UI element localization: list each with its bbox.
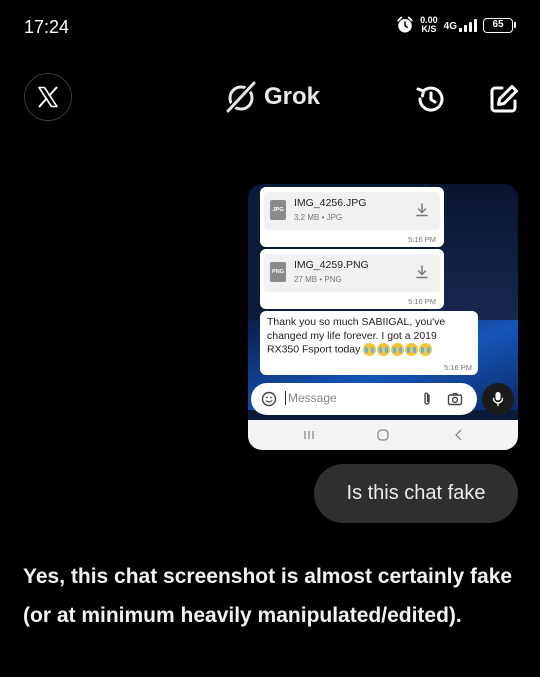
x-home-button[interactable] <box>24 73 72 121</box>
file-message: JPG IMG_4256.JPG 3.2 MB • JPG 5:16 PM <box>260 187 444 247</box>
x-logo-icon <box>38 86 58 108</box>
message-input: Message <box>285 391 337 405</box>
network-type: 4G <box>443 20 457 32</box>
paperclip-icon <box>424 392 430 405</box>
crying-emoji-icon <box>363 343 433 356</box>
back-icon <box>455 429 462 441</box>
home-icon <box>377 429 389 441</box>
file-name: IMG_4256.JPG <box>294 197 367 209</box>
file-name: IMG_4259.PNG <box>294 259 369 271</box>
signal-bars <box>459 18 477 32</box>
attached-screenshot[interactable]: JPG IMG_4256.JPG 3.2 MB • JPG 5:16 PM PN… <box>248 184 518 450</box>
alarm-icon <box>397 16 413 33</box>
battery-icon: 65 <box>483 17 516 33</box>
assistant-response: Yes, this chat screenshot is almost cert… <box>23 565 513 627</box>
page-title: Grok <box>264 83 321 110</box>
text-message: Thank you so much SABIIGAL, you've chang… <box>260 311 478 375</box>
signal-icon: 4G <box>443 18 477 32</box>
new-chat-icon <box>490 85 518 113</box>
mic-icon <box>492 392 504 407</box>
net-speed-unit: K/S <box>421 24 437 34</box>
file-meta: 27 MB • PNG <box>294 275 342 284</box>
mic-button <box>482 383 514 415</box>
file-card: PNG IMG_4259.PNG 27 MB • PNG <box>264 254 440 292</box>
grok-logo-icon <box>225 80 257 114</box>
battery-level: 65 <box>483 17 513 33</box>
message-time: 5:16 PM <box>408 297 436 306</box>
app-header: Grok <box>0 70 540 124</box>
android-nav-bar <box>248 420 518 450</box>
status-indicators: 0.00 K/S 4G 65 <box>396 16 516 34</box>
file-card: JPG IMG_4256.JPG 3.2 MB • JPG <box>264 192 440 230</box>
file-message: PNG IMG_4259.PNG 27 MB • PNG 5:16 PM <box>260 249 444 309</box>
file-icon: JPG <box>270 200 286 220</box>
file-meta: 3.2 MB • JPG <box>294 213 343 222</box>
history-button[interactable] <box>412 80 450 118</box>
message-time: 5:16 PM <box>444 363 472 372</box>
user-message-text: Is this chat fake <box>346 482 486 504</box>
file-icon: PNG <box>270 262 286 282</box>
sticker-icon <box>261 391 277 407</box>
net-speed: 0.00 K/S <box>420 16 438 34</box>
message-composer: Message <box>251 383 477 415</box>
status-bar: 17:24 0.00 K/S 4G 65 <box>0 0 540 54</box>
message-time: 5:16 PM <box>408 235 436 244</box>
download-icon <box>416 265 428 279</box>
brand: Grok <box>224 80 320 114</box>
camera-icon <box>447 392 463 406</box>
new-chat-button[interactable] <box>485 80 523 118</box>
user-message-bubble: Is this chat fake <box>314 464 518 523</box>
recents-icon <box>304 431 314 439</box>
history-icon <box>416 86 444 112</box>
message-text-block: Thank you so much SABIIGAL, you've chang… <box>267 316 467 357</box>
status-time: 17:24 <box>24 17 70 37</box>
download-icon <box>416 203 428 217</box>
